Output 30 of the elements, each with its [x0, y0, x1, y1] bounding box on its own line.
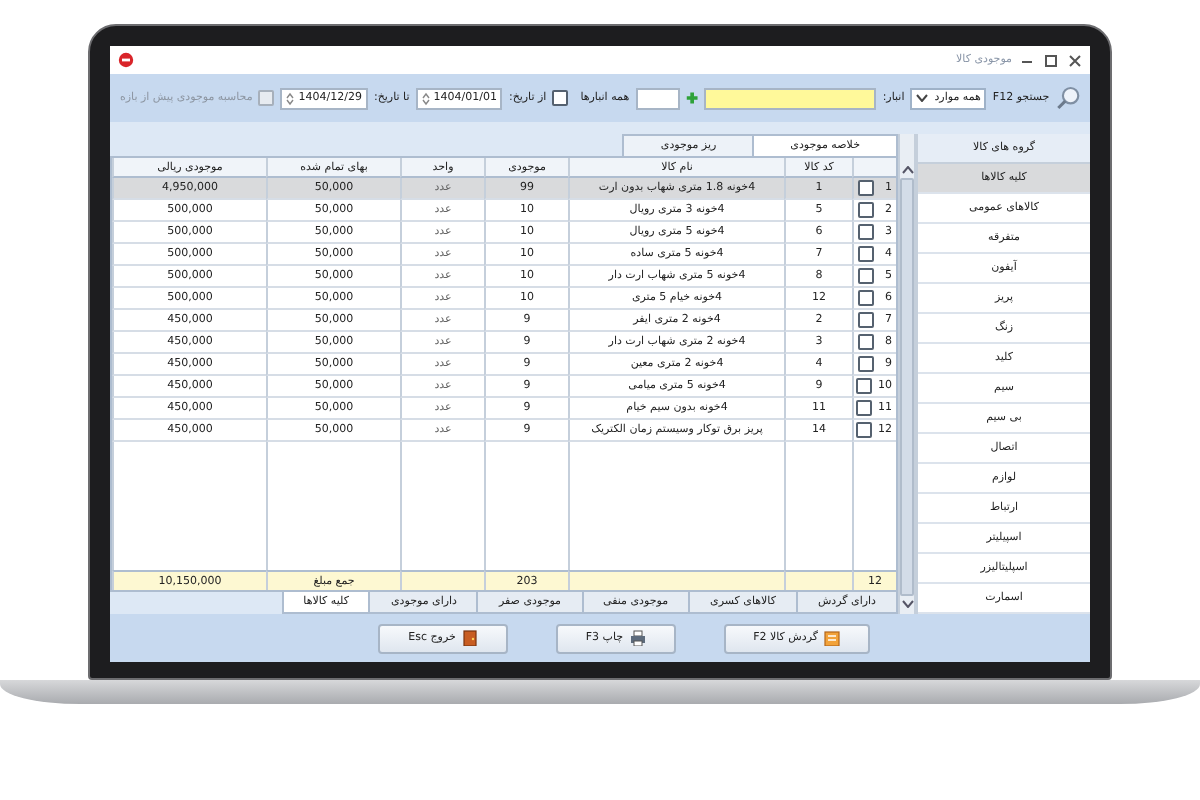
app-icon — [118, 52, 134, 68]
scrollbar[interactable] — [898, 134, 916, 614]
checkbox[interactable] — [858, 290, 874, 306]
maximize-icon — [1044, 53, 1058, 67]
checkbox[interactable] — [858, 312, 874, 328]
spinner-icon — [286, 91, 295, 105]
checkbox[interactable] — [856, 400, 872, 416]
printer-icon — [629, 629, 646, 647]
warehouse-field[interactable] — [703, 87, 877, 109]
checkbox[interactable] — [552, 90, 569, 106]
door-icon — [461, 629, 478, 647]
checkbox[interactable] — [858, 334, 874, 350]
scroll-down-icon — [901, 600, 913, 608]
scroll-thumb[interactable] — [900, 178, 914, 596]
scroll-up-icon — [901, 166, 913, 174]
close-icon — [1068, 53, 1082, 67]
checkbox[interactable] — [858, 246, 874, 262]
checkbox[interactable] — [856, 422, 872, 438]
checkbox[interactable] — [858, 180, 874, 196]
search-icon — [1055, 82, 1080, 114]
chevron-icon — [916, 94, 929, 102]
checkbox[interactable] — [858, 356, 874, 372]
checkbox[interactable] — [858, 224, 874, 240]
input-field[interactable] — [635, 87, 680, 109]
checkbox[interactable] — [856, 378, 872, 394]
checkbox[interactable] — [858, 202, 874, 218]
ledger-icon — [824, 629, 840, 647]
spinner-icon — [421, 91, 430, 105]
plus-icon — [685, 90, 698, 106]
checkbox[interactable] — [858, 268, 874, 284]
